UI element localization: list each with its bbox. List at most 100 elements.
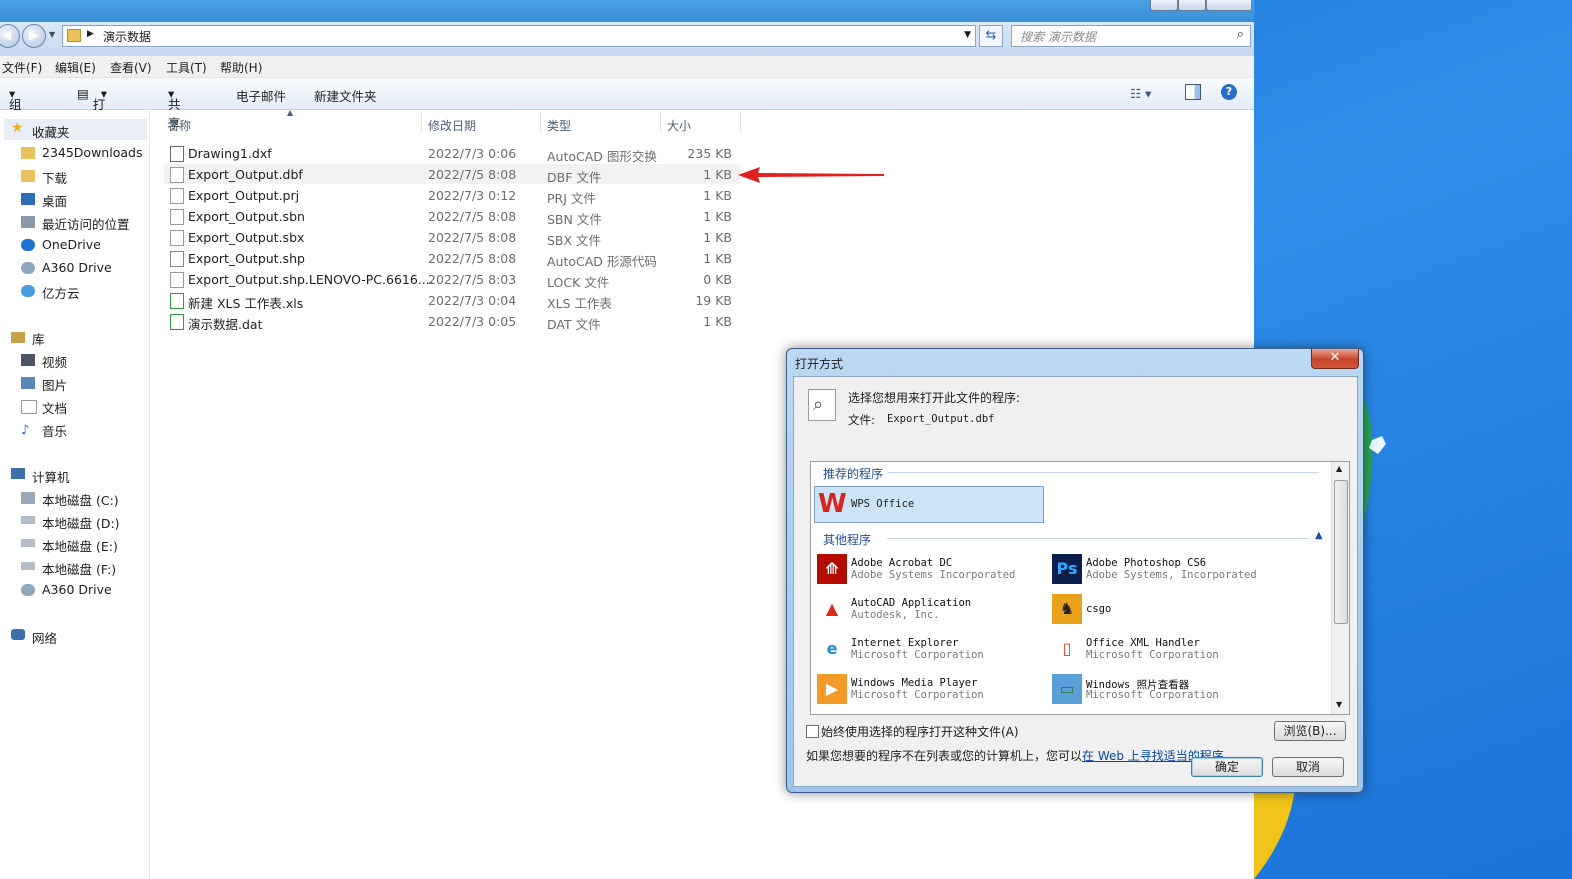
file-row[interactable]: 新建 XLS 工作表.xls 2022/7/3 0:04 XLS 工作表 19 KB bbox=[164, 290, 740, 311]
browse-button[interactable]: 浏览(B)... bbox=[1274, 721, 1346, 741]
collapse-chevron-icon[interactable]: ▲ bbox=[1315, 530, 1323, 541]
open-button[interactable]: ▤ 打开 ▾ bbox=[77, 86, 107, 131]
nav-computer[interactable]: 计算机 bbox=[32, 467, 70, 486]
column-date[interactable]: 修改日期 bbox=[428, 117, 476, 134]
nav-2345downloads[interactable]: 2345Downloads bbox=[42, 145, 142, 160]
column-divider[interactable] bbox=[540, 112, 541, 132]
close-window-button[interactable] bbox=[1206, 0, 1252, 11]
column-divider[interactable] bbox=[660, 112, 661, 132]
nav-videos[interactable]: 视频 bbox=[42, 352, 67, 371]
organize-button[interactable]: 组织 ▾ bbox=[9, 86, 22, 131]
nav-recent[interactable]: 最近访问的位置 bbox=[42, 214, 130, 233]
nav-a360-computer[interactable]: A360 Drive bbox=[42, 582, 112, 597]
scroll-up-icon[interactable]: ▲ bbox=[1336, 464, 1342, 473]
nav-music[interactable]: 音乐 bbox=[42, 421, 67, 440]
search-icon[interactable]: ⌕ bbox=[1237, 27, 1244, 42]
help-icon[interactable]: ? bbox=[1221, 84, 1237, 100]
view-options-icon[interactable]: ☷ ▾ bbox=[1130, 86, 1151, 101]
preview-pane-icon[interactable] bbox=[1185, 84, 1201, 100]
program-wps-office[interactable]: W WPS Office bbox=[814, 486, 1044, 523]
forward-button[interactable]: ▶ bbox=[22, 24, 46, 48]
share-button[interactable]: 共享 ▾ bbox=[168, 86, 181, 131]
file-row[interactable]: Export_Output.shp 2022/7/5 8:08 AutoCAD 形源… bbox=[164, 248, 740, 269]
nav-yifangyun[interactable]: 亿方云 bbox=[42, 283, 80, 302]
nav-drive-e[interactable]: 本地磁盘 (E:) bbox=[42, 536, 118, 555]
nav-network[interactable]: 网络 bbox=[32, 628, 57, 647]
email-button[interactable]: 电子邮件 bbox=[236, 86, 286, 105]
program-item[interactable]: ▶ Windows Media Player Microsoft Corporati… bbox=[815, 671, 1040, 709]
address-dropdown-icon[interactable]: ▼ bbox=[964, 30, 971, 40]
program-item[interactable]: e Internet Explorer Microsoft Corporation bbox=[815, 631, 1040, 669]
column-divider[interactable] bbox=[421, 112, 422, 132]
cancel-button[interactable]: 取消 bbox=[1272, 757, 1344, 777]
file-date: 2022/7/5 8:08 bbox=[428, 230, 517, 245]
nav-a360-favorite[interactable]: A360 Drive bbox=[42, 260, 112, 275]
nav-library[interactable]: 库 bbox=[32, 329, 45, 348]
refresh-button[interactable]: ⇆ bbox=[979, 25, 1003, 47]
program-item[interactable]: ▲ AutoCAD Application Autodesk, Inc. bbox=[815, 591, 1040, 629]
file-row[interactable]: Export_Output.dbf 2022/7/5 8:08 DBF 文件 1 KB bbox=[164, 164, 740, 185]
program-item[interactable]: Ps Adobe Photoshop CS6 Adobe Systems, Inco… bbox=[1050, 551, 1275, 589]
new-folder-button[interactable]: 新建文件夹 bbox=[314, 86, 377, 105]
program-item[interactable]: ⟰ Adobe Acrobat DC Adobe Systems Incorpora… bbox=[815, 551, 1040, 589]
nav-drive-f[interactable]: 本地磁盘 (F:) bbox=[42, 559, 116, 578]
file-row[interactable]: Export_Output.sbn 2022/7/5 8:08 SBN 文件 1 KB bbox=[164, 206, 740, 227]
nav-drive-d[interactable]: 本地磁盘 (D:) bbox=[42, 513, 120, 532]
nav-documents[interactable]: 文档 bbox=[42, 398, 67, 417]
program-vendor: Microsoft Corporation bbox=[1086, 649, 1219, 661]
nav-onedrive[interactable]: OneDrive bbox=[42, 237, 101, 252]
file-size: 1 KB bbox=[703, 251, 732, 266]
program-item[interactable]: ♞ csgo bbox=[1050, 591, 1275, 629]
file-size: 1 KB bbox=[703, 167, 732, 182]
title-bar bbox=[0, 0, 1254, 22]
address-input[interactable]: ▶ 演示数据 ▼ bbox=[62, 25, 976, 47]
column-divider[interactable] bbox=[740, 112, 741, 132]
file-icon bbox=[170, 314, 184, 330]
scroll-down-icon[interactable]: ▼ bbox=[1336, 700, 1342, 709]
always-use-checkbox[interactable] bbox=[806, 725, 819, 738]
file-type: XLS 工作表 bbox=[547, 296, 612, 311]
breadcrumb-current[interactable]: 演示数据 bbox=[103, 28, 151, 45]
history-dropdown-icon[interactable]: ▼ bbox=[49, 30, 55, 39]
program-list[interactable]: 推荐的程序 W WPS Office 其他程序 ▲ ⟰ Adobe Acrobat… bbox=[810, 461, 1350, 715]
program-item[interactable]: ▯ Office XML Handler Microsoft Corporation bbox=[1050, 631, 1275, 669]
library-icon bbox=[11, 332, 25, 343]
ok-button[interactable]: 确定 bbox=[1191, 757, 1263, 777]
column-name[interactable]: 名称 bbox=[167, 117, 191, 134]
always-use-label[interactable]: 始终使用选择的程序打开这种文件(A) bbox=[821, 723, 1019, 740]
file-name: 新建 XLS 工作表.xls bbox=[188, 296, 304, 311]
nav-drive-c[interactable]: 本地磁盘 (C:) bbox=[42, 490, 119, 509]
file-row[interactable]: 演示数据.dat 2022/7/3 0:05 DAT 文件 1 KB bbox=[164, 311, 740, 332]
list-scrollbar[interactable]: ▲ ▼ bbox=[1331, 462, 1349, 714]
file-row[interactable]: Drawing1.dxf 2022/7/3 0:06 AutoCAD 图形交换 235… bbox=[164, 143, 740, 164]
nav-pictures[interactable]: 图片 bbox=[42, 375, 67, 394]
column-type[interactable]: 类型 bbox=[547, 117, 571, 134]
search-input[interactable]: 搜索 演示数据 ⌕ bbox=[1011, 25, 1251, 47]
drive-d-icon bbox=[21, 516, 35, 524]
menu-view[interactable]: 查看(V) bbox=[110, 59, 152, 76]
file-row[interactable]: Export_Output.prj 2022/7/3 0:12 PRJ 文件 1 KB bbox=[164, 185, 740, 206]
program-item[interactable]: ▭ Windows 照片查看器 Microsoft Corporation bbox=[1050, 671, 1275, 709]
column-size[interactable]: 大小 bbox=[667, 117, 691, 134]
nav-downloads[interactable]: 下载 bbox=[42, 168, 67, 187]
file-size: 0 KB bbox=[703, 272, 732, 287]
menu-file[interactable]: 文件(F) bbox=[2, 59, 42, 76]
menu-tools[interactable]: 工具(T) bbox=[166, 59, 207, 76]
menu-edit[interactable]: 编辑(E) bbox=[55, 59, 96, 76]
file-date: 2022/7/5 8:08 bbox=[428, 251, 517, 266]
menu-help[interactable]: 帮助(H) bbox=[220, 59, 262, 76]
program-vendor: Microsoft Corporation bbox=[851, 689, 984, 701]
onedrive-cloud-icon bbox=[21, 239, 35, 251]
nav-desktop[interactable]: 桌面 bbox=[42, 191, 67, 210]
nav-favorites[interactable]: 收藏夹 bbox=[32, 122, 70, 141]
scroll-thumb[interactable] bbox=[1334, 480, 1348, 624]
maximize-button[interactable] bbox=[1178, 0, 1206, 11]
file-icon bbox=[170, 188, 184, 204]
file-row[interactable]: Export_Output.shp.LENOVO-PC.6616.... 2022… bbox=[164, 269, 740, 290]
file-name: Export_Output.dbf bbox=[887, 413, 995, 425]
file-icon bbox=[170, 293, 184, 309]
dialog-close-button[interactable]: ✕ bbox=[1311, 349, 1359, 369]
minimize-button[interactable] bbox=[1150, 0, 1178, 11]
favorites-header-bg bbox=[4, 119, 147, 140]
file-row[interactable]: Export_Output.sbx 2022/7/5 8:08 SBX 文件 1 KB bbox=[164, 227, 740, 248]
